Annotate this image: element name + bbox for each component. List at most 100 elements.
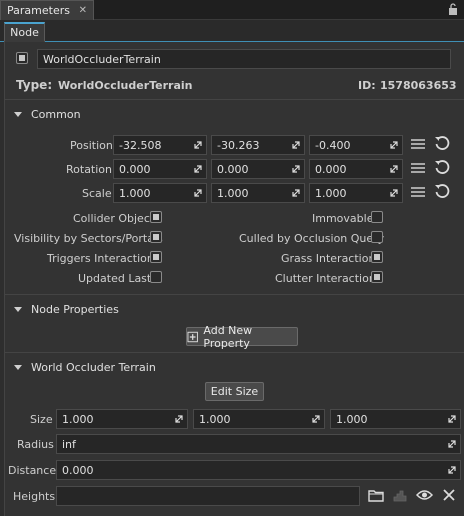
clutter-interaction-label: Clutter Interaction (275, 272, 376, 285)
drag-arrow-icon[interactable] (193, 188, 203, 198)
type-value: WorldOccluderTerrain (58, 79, 193, 92)
section-common-header[interactable]: Common (4, 103, 464, 125)
size-x-field[interactable]: 1.000 (56, 409, 188, 429)
parameters-tab[interactable]: Parameters ✕ (0, 0, 94, 20)
radius-label: Radius (17, 438, 54, 451)
folder-icon[interactable] (368, 488, 384, 502)
section-common-title: Common (31, 107, 81, 121)
drag-arrow-icon[interactable] (311, 414, 321, 424)
updated-last-checkbox[interactable] (150, 271, 162, 283)
lock-icon[interactable] (448, 3, 458, 15)
drag-arrow-icon[interactable] (291, 188, 301, 198)
section-world-occluder-terrain-header[interactable]: World Occluder Terrain (4, 356, 464, 378)
drag-arrow-icon[interactable] (174, 414, 184, 424)
rotation-z-field[interactable]: 0.000 (309, 159, 403, 179)
clutter-interaction-checkbox[interactable] (371, 271, 383, 283)
rotation-x-value: 0.000 (119, 162, 151, 176)
distance-field[interactable]: 0.000 (56, 460, 461, 480)
clear-icon[interactable] (443, 489, 455, 501)
collapse-triangle-icon (14, 364, 22, 370)
eye-icon[interactable] (416, 489, 433, 501)
grass-interaction-label: Grass Interaction (281, 252, 376, 265)
menu-icon[interactable] (411, 138, 425, 150)
divider (4, 99, 464, 100)
position-label: Position (70, 139, 113, 152)
radius-field[interactable]: inf (56, 434, 461, 454)
size-y-value: 1.000 (199, 412, 231, 426)
culled-occlusion-checkbox[interactable] (371, 231, 383, 243)
position-y-field[interactable]: -30.263 (211, 135, 305, 155)
divider (4, 352, 464, 353)
position-z-value: -0.400 (315, 138, 351, 152)
id-value: 1578063653 (380, 79, 457, 92)
drag-arrow-icon[interactable] (291, 164, 301, 174)
section-node-properties-header[interactable]: Node Properties (4, 298, 464, 320)
position-z-field[interactable]: -0.400 (309, 135, 403, 155)
collapse-triangle-icon (14, 306, 22, 312)
drag-arrow-icon[interactable] (193, 164, 203, 174)
heights-label: Heights (13, 490, 56, 503)
add-new-property-label: Add New Property (203, 323, 253, 350)
scale-y-field[interactable]: 1.000 (211, 183, 305, 203)
section-world-occluder-terrain-title: World Occluder Terrain (31, 360, 156, 374)
scale-z-field[interactable]: 1.000 (309, 183, 403, 203)
position-x-field[interactable]: -32.508 (113, 135, 207, 155)
visibility-sectors-checkbox[interactable] (150, 231, 162, 243)
size-x-value: 1.000 (62, 412, 94, 426)
size-z-field[interactable]: 1.000 (330, 409, 461, 429)
drag-arrow-icon[interactable] (447, 414, 457, 424)
add-new-property-button[interactable]: Add New Property (186, 324, 298, 350)
tab-node[interactable]: Node (4, 22, 45, 42)
triggers-interaction-checkbox[interactable] (150, 251, 162, 263)
size-y-field[interactable]: 1.000 (193, 409, 325, 429)
node-name-field[interactable]: WorldOccluderTerrain (37, 49, 451, 69)
drag-arrow-icon[interactable] (291, 140, 301, 150)
rotation-label: Rotation (66, 163, 113, 176)
reset-icon[interactable] (434, 183, 450, 199)
immovable-label: Immovable (312, 212, 374, 225)
node-enabled-checkbox[interactable] (16, 52, 28, 64)
culled-occlusion-label: Culled by Occlusion Query (239, 232, 385, 245)
visibility-sectors-label: Visibility by Sectors/Portals (14, 232, 163, 245)
rotation-z-value: 0.000 (315, 162, 347, 176)
rotation-y-field[interactable]: 0.000 (211, 159, 305, 179)
node-name-value: WorldOccluderTerrain (43, 52, 161, 66)
subtab-bar (0, 20, 464, 42)
collider-object-label: Collider Object (73, 212, 155, 225)
scale-label: Scale (82, 187, 112, 200)
updated-last-label: Updated Last (78, 272, 152, 285)
distance-label: Distance (8, 464, 57, 477)
heights-file-field[interactable] (56, 486, 360, 506)
collapse-triangle-icon (14, 111, 22, 117)
drag-arrow-icon[interactable] (389, 188, 399, 198)
drag-arrow-icon[interactable] (447, 465, 457, 475)
menu-icon[interactable] (411, 186, 425, 198)
drag-arrow-icon[interactable] (389, 140, 399, 150)
id-label: ID: (358, 79, 376, 92)
type-label: Type: (16, 78, 53, 92)
size-label: Size (30, 413, 53, 426)
scale-y-value: 1.000 (217, 186, 249, 200)
menu-icon[interactable] (411, 162, 425, 174)
graph-icon[interactable] (393, 488, 407, 502)
reset-icon[interactable] (434, 159, 450, 175)
scale-x-field[interactable]: 1.000 (113, 183, 207, 203)
divider (4, 294, 464, 295)
drag-arrow-icon[interactable] (447, 439, 457, 449)
immovable-checkbox[interactable] (371, 211, 383, 223)
section-node-properties-title: Node Properties (31, 302, 119, 316)
scale-x-value: 1.000 (119, 186, 151, 200)
grass-interaction-checkbox[interactable] (371, 251, 383, 263)
position-x-value: -32.508 (119, 138, 162, 152)
reset-icon[interactable] (434, 135, 450, 151)
close-tab-icon[interactable]: ✕ (79, 5, 87, 16)
collider-object-checkbox[interactable] (150, 211, 162, 223)
rotation-x-field[interactable]: 0.000 (113, 159, 207, 179)
rotation-y-value: 0.000 (217, 162, 249, 176)
position-y-value: -30.263 (217, 138, 260, 152)
radius-value: inf (62, 437, 76, 451)
drag-arrow-icon[interactable] (193, 140, 203, 150)
edit-size-button[interactable]: Edit Size (205, 382, 264, 401)
drag-arrow-icon[interactable] (389, 164, 399, 174)
triggers-interaction-label: Triggers Interaction (47, 252, 154, 265)
